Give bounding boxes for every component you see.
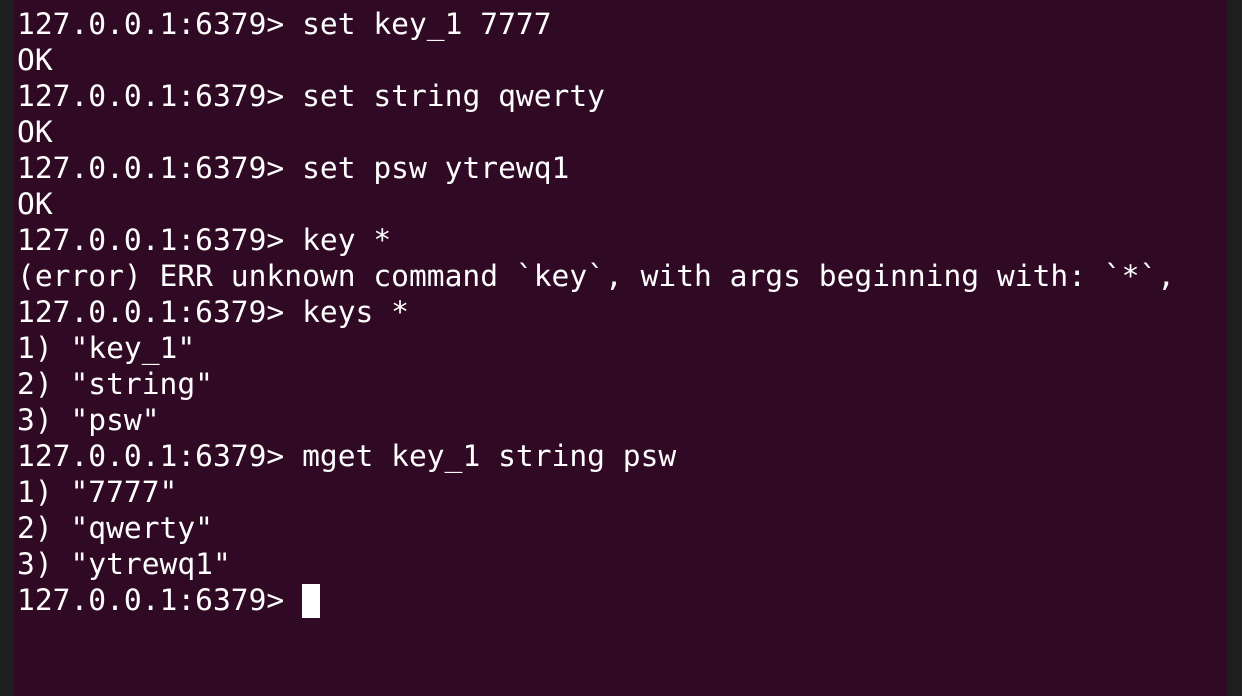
- prompt: 127.0.0.1:6379>: [17, 151, 285, 185]
- command-line: 127.0.0.1:6379> mget key_1 string psw: [17, 438, 1175, 474]
- output-line: 3) "ytrewq1": [17, 547, 231, 581]
- command-line: 127.0.0.1:6379> key *: [17, 222, 1175, 258]
- scrollbar[interactable]: [1227, 0, 1242, 696]
- output-line: OK: [17, 43, 53, 77]
- output-line: OK: [17, 115, 53, 149]
- error-line: (error) ERR unknown command `key`, with …: [17, 259, 1176, 293]
- command-line: 127.0.0.1:6379> set string qwerty: [17, 78, 1175, 114]
- prompt: 127.0.0.1:6379>: [17, 295, 285, 329]
- command-text: keys *: [302, 295, 409, 329]
- output-line: OK: [17, 187, 53, 221]
- command-text: set psw ytrewq1: [302, 151, 570, 185]
- output-line: 2) "string": [17, 367, 213, 401]
- text-cursor: [302, 583, 321, 618]
- output-line: 3) "psw": [17, 403, 160, 437]
- command-line: 127.0.0.1:6379> set psw ytrewq1: [17, 150, 1175, 186]
- terminal-window: 127.0.0.1:6379> set key_1 7777 OK 127.0.…: [0, 0, 1242, 696]
- current-input-line[interactable]: 127.0.0.1:6379>: [17, 582, 1175, 618]
- prompt: 127.0.0.1:6379>: [17, 79, 285, 113]
- terminal-area[interactable]: 127.0.0.1:6379> set key_1 7777 OK 127.0.…: [14, 0, 1227, 696]
- command-text: set string qwerty: [302, 79, 605, 113]
- terminal-output: 127.0.0.1:6379> set key_1 7777 OK 127.0.…: [17, 6, 1175, 618]
- prompt: 127.0.0.1:6379>: [17, 223, 285, 257]
- command-line: 127.0.0.1:6379> set key_1 7777: [17, 6, 1175, 42]
- command-text: set key_1 7777: [302, 7, 552, 41]
- command-text: mget key_1 string psw: [302, 439, 677, 473]
- prompt: 127.0.0.1:6379>: [17, 439, 285, 473]
- command-text: key *: [302, 223, 392, 257]
- command-line: 127.0.0.1:6379> keys *: [17, 294, 1175, 330]
- prompt: 127.0.0.1:6379>: [17, 583, 285, 617]
- output-line: 2) "qwerty": [17, 511, 213, 545]
- prompt: 127.0.0.1:6379>: [17, 7, 285, 41]
- output-line: 1) "key_1": [17, 331, 196, 365]
- output-line: 1) "7777": [17, 475, 178, 509]
